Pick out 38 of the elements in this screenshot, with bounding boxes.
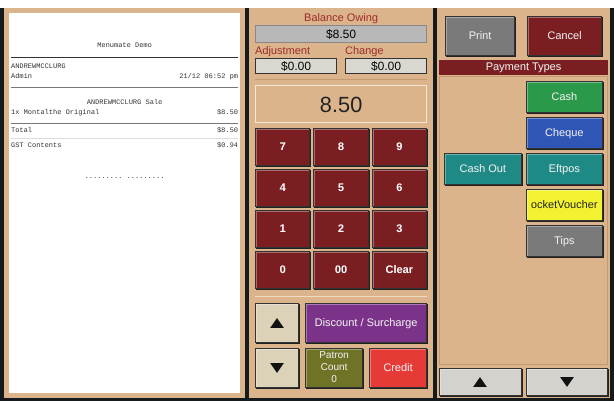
discount-button[interactable]: Discount / Surcharge	[305, 303, 427, 343]
amount-field: $0.00	[345, 58, 427, 74]
balance-field: $8.50	[255, 25, 427, 43]
keypad-key[interactable]: Clear	[372, 251, 427, 289]
up-arrow-icon	[472, 376, 488, 388]
keypad-key[interactable]: 6	[372, 169, 427, 207]
keypad-key[interactable]: 7	[255, 128, 310, 166]
cancel-button[interactable]: Cancel	[527, 16, 602, 56]
keypad-key[interactable]: 1	[255, 210, 310, 248]
scroll-up-button[interactable]	[439, 368, 522, 396]
keypad-key[interactable]: 4	[255, 169, 310, 207]
payment-type-button[interactable]: ocketVoucher	[526, 189, 603, 221]
keypad-key[interactable]: 00	[313, 251, 369, 289]
down-arrow-icon	[558, 376, 575, 388]
amount-field: $0.00	[255, 58, 337, 74]
keypad-key[interactable]: 5	[313, 169, 369, 207]
amount-display: 8.50	[255, 85, 427, 123]
keypad-key[interactable]: 2	[313, 210, 369, 248]
amount-label: Adjustment	[255, 45, 312, 58]
scroll-down-button[interactable]	[526, 368, 608, 396]
keypad-key[interactable]: 8	[313, 128, 369, 166]
section-header: Payment Types	[439, 60, 608, 75]
down-arrow-icon	[269, 362, 285, 374]
keypad-key[interactable]: 3	[372, 210, 427, 248]
payment-type-button[interactable]: Cash Out	[444, 153, 522, 185]
balance-label: Balance Owing	[304, 12, 378, 25]
up-arrow-icon	[269, 317, 285, 329]
keypad-key[interactable]: 0	[255, 251, 310, 289]
payment-type-button[interactable]: Tips	[526, 225, 603, 257]
payment-type-button[interactable]: Cheque	[526, 117, 603, 149]
amount-label: Change	[345, 45, 385, 58]
payment-type-button[interactable]: Eftpos	[526, 153, 603, 185]
print-button[interactable]: Print	[445, 16, 515, 56]
scroll-up-button[interactable]	[255, 303, 299, 343]
scroll-down-button[interactable]	[255, 348, 299, 388]
patron-count-button[interactable]: Patron Count 0	[305, 348, 363, 388]
keypad-key[interactable]: 9	[372, 128, 427, 166]
credit-button[interactable]: Credit	[369, 348, 427, 388]
